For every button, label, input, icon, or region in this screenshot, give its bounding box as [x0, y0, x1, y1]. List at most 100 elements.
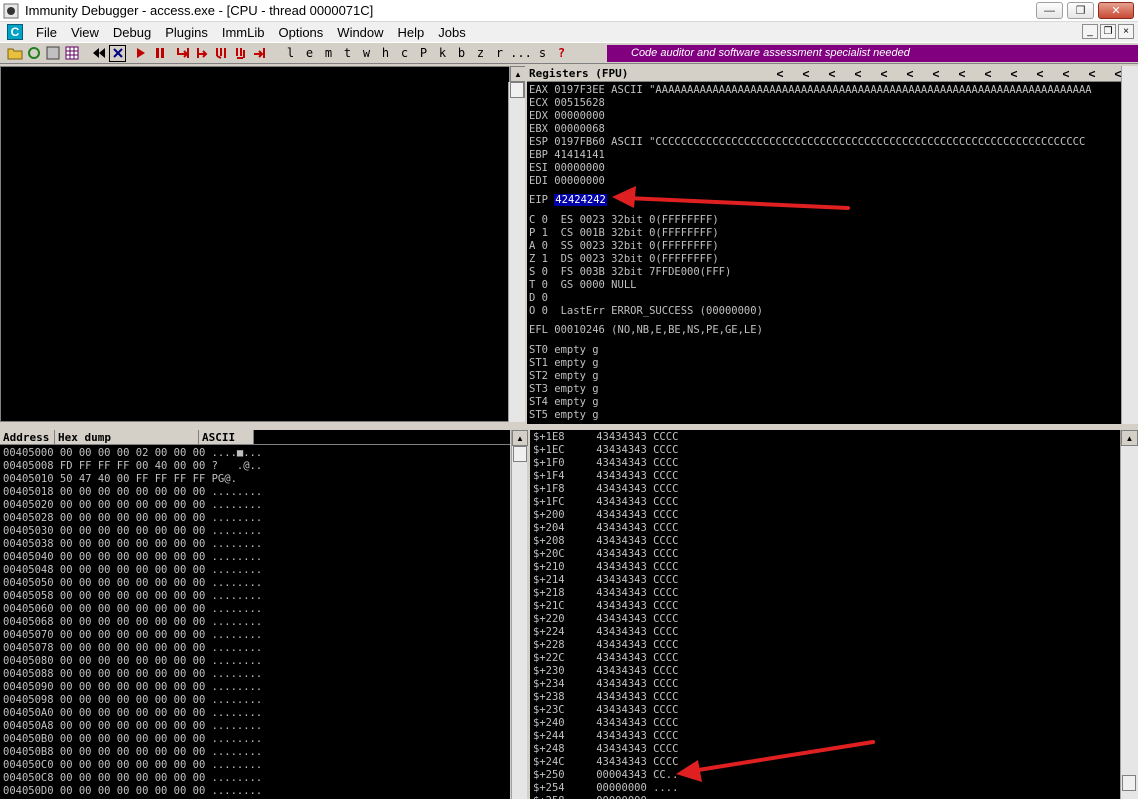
disassembly-pane[interactable] — [0, 66, 510, 422]
stack-row[interactable]: $+258 00000000 — [533, 795, 647, 799]
scroll-thumb[interactable] — [513, 446, 527, 462]
toolbar-P-button[interactable]: P — [414, 46, 433, 60]
dump-row[interactable]: 00405068 00 00 00 00 00 00 00 00 .......… — [3, 616, 262, 629]
stack-row[interactable]: $+240 43434343 CCCC — [533, 717, 678, 730]
dump-row[interactable]: 00405040 00 00 00 00 00 00 00 00 .......… — [3, 551, 262, 564]
pause-icon[interactable] — [151, 45, 168, 62]
step-into-icon[interactable] — [174, 45, 191, 62]
chevron-left-icon[interactable]: < — [1053, 67, 1079, 81]
stack-row[interactable]: $+200 43434343 CCCC — [533, 509, 678, 522]
toolbar-t-button[interactable]: t — [338, 46, 357, 60]
flag-row[interactable]: A 0 SS 0023 32bit 0(FFFFFFFF) — [529, 240, 719, 253]
toolbar-s-button[interactable]: s — [533, 46, 552, 60]
flag-row[interactable]: O 0 LastErr ERROR_SUCCESS (00000000) — [529, 305, 763, 318]
scroll-thumb[interactable] — [510, 82, 524, 98]
chevron-left-icon[interactable]: < — [923, 67, 949, 81]
chevron-left-icon[interactable]: < — [793, 67, 819, 81]
minimize-button[interactable]: — — [1036, 2, 1063, 19]
dump-row[interactable]: 00405090 00 00 00 00 00 00 00 00 .......… — [3, 681, 262, 694]
register-eax[interactable]: EAX 0197F3EE ASCII "AAAAAAAAAAAAAAAAAAAA… — [529, 84, 1092, 97]
dump-row[interactable]: 00405070 00 00 00 00 00 00 00 00 .......… — [3, 629, 262, 642]
stack-row[interactable]: $+1F0 43434343 CCCC — [533, 457, 678, 470]
toolbar-w-button[interactable]: w — [357, 46, 376, 60]
chevron-left-icon[interactable]: < — [845, 67, 871, 81]
stack-row[interactable]: $+21C 43434343 CCCC — [533, 600, 678, 613]
step-over-icon[interactable] — [193, 45, 210, 62]
dump-row[interactable]: 00405080 00 00 00 00 00 00 00 00 .......… — [3, 655, 262, 668]
stack-row[interactable]: $+24C 43434343 CCCC — [533, 756, 678, 769]
stack-row[interactable]: $+210 43434343 CCCC — [533, 561, 678, 574]
job-banner[interactable]: Code auditor and software assessment spe… — [607, 45, 1138, 62]
registers-pane[interactable]: Registers (FPU) < < < < < < < < < < < < … — [527, 66, 1138, 424]
fpu-register[interactable]: ST5 empty g — [529, 409, 599, 422]
toolbar-r-button[interactable]: r — [490, 46, 509, 60]
toolbar-help-button[interactable]: ? — [552, 46, 571, 60]
dump-row[interactable]: 00405028 00 00 00 00 00 00 00 00 .......… — [3, 512, 262, 525]
stack-row[interactable]: $+234 43434343 CCCC — [533, 678, 678, 691]
stack-row[interactable]: $+1E8 43434343 CCCC — [533, 431, 678, 444]
registers-header[interactable]: Registers (FPU) < < < < < < < < < < < < … — [527, 66, 1138, 82]
stack-row[interactable]: $+20C 43434343 CCCC — [533, 548, 678, 561]
stack-row[interactable]: $+1F4 43434343 CCCC — [533, 470, 678, 483]
scroll-thumb[interactable] — [1122, 775, 1136, 791]
mdi-restore-button[interactable]: ❐ — [1100, 24, 1116, 39]
dump-ascii-header[interactable]: ASCII — [199, 430, 254, 445]
dump-address-header[interactable]: Address — [0, 430, 55, 445]
dump-row[interactable]: 004050A8 00 00 00 00 00 00 00 00 .......… — [3, 720, 262, 733]
registers-right-scrollbar[interactable] — [1121, 66, 1138, 424]
execute-till-return-icon[interactable] — [250, 45, 267, 62]
dump-row[interactable]: 00405000 00 00 00 00 02 00 00 00 ....■..… — [3, 447, 262, 460]
toolbar-e-button[interactable]: e — [300, 46, 319, 60]
register-ebp[interactable]: EBP 41414141 — [529, 149, 605, 162]
toolbar-h-button[interactable]: h — [376, 46, 395, 60]
flag-row[interactable]: S 0 FS 003B 32bit 7FFDE000(FFF) — [529, 266, 731, 279]
menu-help[interactable]: Help — [391, 25, 432, 40]
chevron-left-icon[interactable]: < — [1027, 67, 1053, 81]
dump-row[interactable]: 00405048 00 00 00 00 00 00 00 00 .......… — [3, 564, 262, 577]
open-folder-icon[interactable] — [6, 45, 23, 62]
chevron-left-icon[interactable]: < — [897, 67, 923, 81]
stack-row[interactable]: $+250 00004343 CC.. — [533, 769, 678, 782]
register-edx[interactable]: EDX 00000000 — [529, 110, 605, 123]
fpu-register[interactable]: ST1 empty g — [529, 357, 599, 370]
stack-scrollbar[interactable]: ▲ — [1120, 430, 1138, 799]
menu-window[interactable]: Window — [330, 25, 390, 40]
scroll-up-icon[interactable]: ▲ — [510, 66, 526, 82]
stack-row[interactable]: $+23C 43434343 CCCC — [533, 704, 678, 717]
register-ebx[interactable]: EBX 00000068 — [529, 123, 605, 136]
mdi-minimize-button[interactable]: _ — [1082, 24, 1098, 39]
dump-row[interactable]: 00405078 00 00 00 00 00 00 00 00 .......… — [3, 642, 262, 655]
stack-row[interactable]: $+214 43434343 CCCC — [533, 574, 678, 587]
fpu-register[interactable]: ST0 empty g — [529, 344, 599, 357]
close-button[interactable]: ✕ — [1098, 2, 1134, 19]
dump-row[interactable]: 00405038 00 00 00 00 00 00 00 00 .......… — [3, 538, 262, 551]
flag-row[interactable]: Z 1 DS 0023 32bit 0(FFFFFFFF) — [529, 253, 719, 266]
dump-row[interactable]: 00405030 00 00 00 00 00 00 00 00 .......… — [3, 525, 262, 538]
mdi-close-button[interactable]: × — [1118, 24, 1134, 39]
toolbar-l-button[interactable]: l — [281, 46, 300, 60]
menu-jobs[interactable]: Jobs — [431, 25, 472, 40]
stop-icon[interactable] — [109, 44, 126, 62]
dump-row[interactable]: 00405050 00 00 00 00 00 00 00 00 .......… — [3, 577, 262, 590]
dump-row[interactable]: 004050B0 00 00 00 00 00 00 00 00 .......… — [3, 733, 262, 746]
grid-icon[interactable] — [63, 45, 80, 62]
dump-row[interactable]: 00405058 00 00 00 00 00 00 00 00 .......… — [3, 590, 262, 603]
scroll-up-icon[interactable]: ▲ — [1121, 430, 1138, 446]
fpu-register[interactable]: ST4 empty g — [529, 396, 599, 409]
dump-row[interactable]: 00405020 00 00 00 00 00 00 00 00 .......… — [3, 499, 262, 512]
toolbar-k-button[interactable]: k — [433, 46, 452, 60]
rewind-icon[interactable] — [90, 45, 107, 62]
register-efl[interactable]: EFL 00010246 (NO,NB,E,BE,NS,PE,GE,LE) — [529, 324, 763, 337]
close-program-icon[interactable] — [44, 45, 61, 62]
dump-row[interactable]: 00405010 50 47 40 00 FF FF FF FF PG@. — [3, 473, 237, 486]
register-ecx[interactable]: ECX 00515628 — [529, 97, 605, 110]
stack-row[interactable]: $+254 00000000 .... — [533, 782, 678, 795]
dump-row[interactable]: 00405098 00 00 00 00 00 00 00 00 .......… — [3, 694, 262, 707]
registers-scrollbar[interactable] — [508, 82, 524, 422]
dump-row[interactable]: 004050B8 00 00 00 00 00 00 00 00 .......… — [3, 746, 262, 759]
register-esi[interactable]: ESI 00000000 — [529, 162, 605, 175]
maximize-button[interactable]: ❐ — [1067, 2, 1094, 19]
register-edi[interactable]: EDI 00000000 — [529, 175, 605, 188]
menu-view[interactable]: View — [64, 25, 106, 40]
stack-row[interactable]: $+218 43434343 CCCC — [533, 587, 678, 600]
